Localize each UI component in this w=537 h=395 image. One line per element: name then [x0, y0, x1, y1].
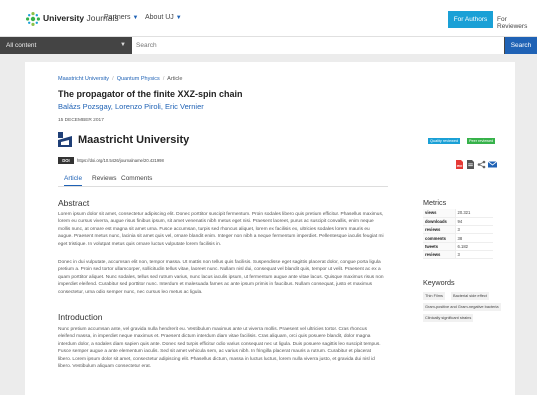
chevron-down-icon: ▼ — [175, 15, 182, 21]
table-row: downloads 94 — [423, 217, 493, 227]
search-button[interactable]: Search — [505, 37, 537, 54]
metric-label: comments — [423, 233, 455, 243]
metric-label: tweets — [423, 242, 455, 252]
breadcrumb-university[interactable]: Maastricht University — [58, 76, 109, 82]
email-icon[interactable] — [487, 156, 498, 174]
quality-reviewed-badge: Quality reviewed — [428, 138, 461, 144]
peer-reviewed-badge: Peer reviewed — [467, 138, 496, 144]
metrics-heading: Metrics — [423, 198, 447, 207]
metric-label: reviews — [423, 250, 455, 260]
metric-label: downloads — [423, 217, 455, 227]
publication-date: 15 DECEMBER 2017 — [58, 118, 104, 123]
svg-text:PDF: PDF — [457, 164, 463, 168]
keyword-tag[interactable]: Clinically significant strains — [423, 314, 474, 322]
keyword-tag[interactable]: Bacterial side effect — [451, 292, 489, 300]
table-row: tweets 6.182 — [423, 242, 493, 252]
university-journals-logo-icon[interactable] — [25, 11, 41, 27]
doi-label: DOI — [58, 157, 74, 164]
article-tabs: Article Reviews Comments — [58, 173, 388, 187]
table-row: comments 38 — [423, 233, 493, 243]
nav-about[interactable]: About UJ ▼ — [145, 14, 182, 21]
breadcrumb: Maastricht University / Quantum Physics … — [58, 76, 183, 82]
breadcrumb-quantum-physics[interactable]: Quantum Physics — [117, 76, 160, 82]
document-download-icon[interactable] — [467, 156, 474, 174]
article-authors[interactable]: Balázs Pozsgay, Lorenzo Piroli, Eric Ver… — [58, 102, 204, 111]
search-input[interactable] — [132, 37, 504, 54]
tab-comments[interactable]: Comments — [121, 175, 152, 182]
table-row: reviews 3 — [423, 250, 493, 260]
metric-value: 94 — [454, 217, 493, 227]
metric-value: 3 — [454, 250, 493, 260]
keywords-heading: Keywords — [423, 278, 455, 287]
for-reviewers-link[interactable]: For Reviewers — [497, 16, 537, 30]
chevron-down-icon: ▼ — [120, 42, 126, 48]
keyword-tag[interactable]: Thin Films — [423, 292, 445, 300]
abstract-paragraph: Lorem ipsum dolor sit amet, consectetur … — [58, 212, 384, 247]
table-row: reviews 3 — [423, 225, 493, 235]
article-card: Maastricht University / Quantum Physics … — [25, 62, 515, 395]
abstract-paragraph: Donec in dui vulputate, accumsan elit no… — [58, 260, 384, 295]
abstract-heading: Abstract — [58, 198, 90, 208]
tab-article[interactable]: Article — [64, 175, 83, 186]
metrics-table: views 20.321 downloads 94 reviews 3 comment… — [423, 209, 493, 260]
breadcrumb-article: Article — [167, 76, 183, 82]
metric-value: 20.321 — [454, 209, 493, 218]
metric-label: reviews — [423, 225, 455, 235]
share-icon[interactable] — [477, 156, 486, 174]
search-bar: All content ▼ Search — [0, 37, 537, 54]
metric-label: views — [423, 209, 455, 218]
metric-value: 3 — [454, 225, 493, 235]
publisher-name[interactable]: Maastricht University — [78, 134, 189, 146]
for-authors-button[interactable]: For Authors — [448, 11, 493, 28]
content-scope-select[interactable]: All content ▼ — [0, 37, 131, 54]
top-navbar: University Journals Partners ▼ About UJ ▼ … — [0, 0, 537, 37]
chevron-down-icon: ▼ — [132, 15, 139, 21]
table-row: views 20.321 — [423, 209, 493, 218]
tab-reviews[interactable]: Reviews — [92, 175, 117, 182]
introduction-paragraph: Nunc pretium accumsan ante, vel gravida … — [58, 327, 381, 370]
pdf-download-icon[interactable]: PDF — [456, 156, 463, 174]
metric-value: 38 — [454, 233, 493, 243]
maastricht-university-logo-icon — [58, 132, 72, 147]
nav-partners[interactable]: Partners ▼ — [104, 14, 138, 21]
doi-link[interactable]: https://doi.org/10.5426/journalname/20.4… — [77, 158, 164, 163]
metric-value: 6.182 — [454, 242, 493, 252]
page-title: The propagator of the finite XXZ-spin ch… — [58, 89, 243, 99]
introduction-heading: Introduction — [58, 312, 103, 322]
keyword-tag[interactable]: Gram-positive and Gram-negative bacteria — [423, 303, 501, 311]
